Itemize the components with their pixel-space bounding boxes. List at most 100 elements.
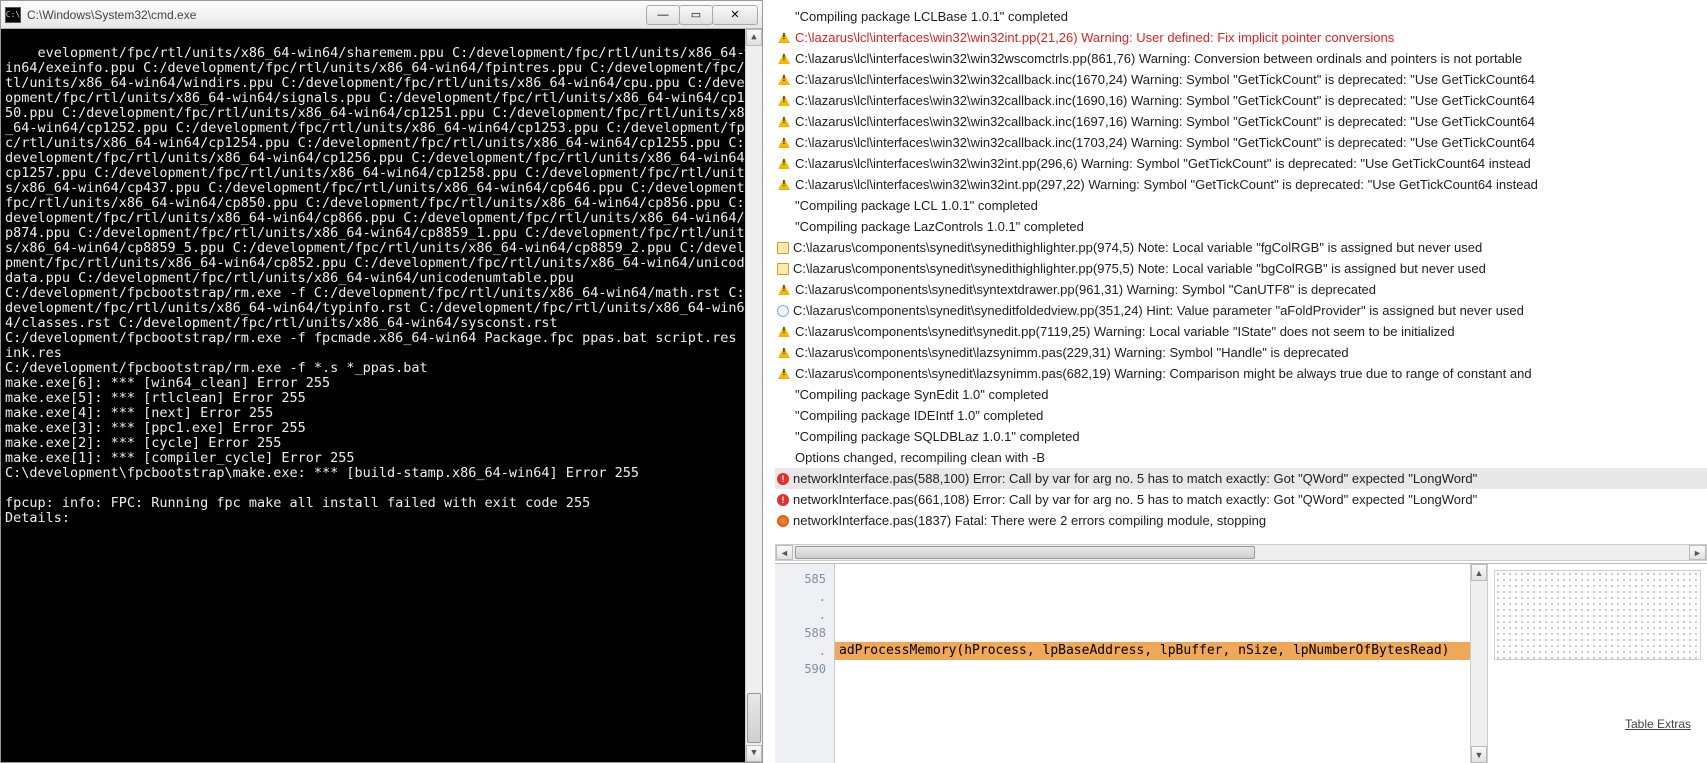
minimize-button[interactable]: — [646,5,680,25]
fatal-icon [777,515,789,527]
message-text: C:\lazarus\components\synedit\syneditfol… [793,303,1524,318]
message-text: C:\lazarus\components\synedit\lazsynimm.… [795,366,1532,381]
message-row[interactable]: C:\lazarus\lcl\interfaces\win32\win32int… [775,27,1707,48]
message-row[interactable]: "Compiling package LazControls 1.0.1" co… [775,216,1707,237]
messages-list[interactable]: "Compiling package LCLBase 1.0.1" comple… [775,0,1707,538]
message-row[interactable]: C:\lazarus\components\synedit\syneditfol… [775,300,1707,321]
line-number: . [775,642,826,660]
warn-icon [777,283,791,297]
warn-icon [777,367,791,381]
scroll-up-arrow-icon[interactable]: ▲ [746,29,762,46]
cmd-icon: C:\ [5,7,21,23]
scroll-left-arrow-icon[interactable]: ◄ [776,545,793,560]
editor-vertical-scrollbar[interactable]: ▲ ▼ [1470,564,1487,763]
message-row[interactable]: C:\lazarus\components\synedit\synedithig… [775,237,1707,258]
error-icon [777,473,789,485]
message-text: networkInterface.pas(1837) Fatal: There … [793,513,1266,528]
warn-icon [777,346,791,360]
message-text: "Compiling package IDEIntf 1.0" complete… [795,408,1043,423]
message-text: C:\lazarus\components\synedit\syntextdra… [795,282,1376,297]
message-row[interactable]: Options changed, recompiling clean with … [775,447,1707,468]
code-line[interactable] [835,678,1470,696]
message-row[interactable]: C:\lazarus\lcl\interfaces\win32\win32cal… [775,132,1707,153]
ide-pane: "Compiling package LCLBase 1.0.1" comple… [763,0,1707,763]
message-row[interactable]: "Compiling package SQLDBLaz 1.0.1" compl… [775,426,1707,447]
scroll-up-arrow-icon[interactable]: ▲ [1471,564,1487,581]
cmd-vertical-scrollbar[interactable]: ▲ ▼ [745,29,762,762]
message-row[interactable]: "Compiling package SynEdit 1.0" complete… [775,384,1707,405]
code-line[interactable] [835,606,1470,624]
table-extras-link[interactable]: Table Extras [1625,717,1691,731]
message-row[interactable]: C:\lazarus\components\synedit\synedithig… [775,258,1707,279]
code-editor[interactable]: 585..588.590 adProcessMemory(hProcess, l… [775,563,1707,763]
message-row[interactable]: C:\lazarus\lcl\interfaces\win32\win32cal… [775,69,1707,90]
warn-icon [777,52,791,66]
h-scroll-track[interactable] [793,545,1689,560]
message-row[interactable]: C:\lazarus\lcl\interfaces\win32\win32cal… [775,111,1707,132]
scroll-down-arrow-icon[interactable]: ▼ [746,745,762,762]
message-text: "Compiling package LCLBase 1.0.1" comple… [795,9,1068,24]
line-number: . [775,588,826,606]
message-row[interactable]: C:\lazarus\components\synedit\lazsynimm.… [775,342,1707,363]
message-row[interactable]: C:\lazarus\components\synedit\synedit.pp… [775,321,1707,342]
line-number: 590 [775,660,826,678]
component-palette-area[interactable] [1494,570,1701,660]
close-button[interactable]: ✕ [712,5,758,25]
message-text: C:\lazarus\components\synedit\synedit.pp… [795,324,1455,339]
message-text: C:\lazarus\lcl\interfaces\win32\win32cal… [795,114,1535,129]
message-row[interactable]: "Compiling package IDEIntf 1.0" complete… [775,405,1707,426]
blank-icon [777,430,791,444]
message-text: C:\lazarus\lcl\interfaces\win32\win32int… [795,177,1538,192]
message-text: C:\lazarus\components\synedit\lazsynimm.… [795,345,1349,360]
message-row[interactable]: networkInterface.pas(661,108) Error: Cal… [775,489,1707,510]
cmd-title: C:\Windows\System32\cmd.exe [27,8,647,22]
cmd-output-text: evelopment/fpc/rtl/units/x86_64-win64/sh… [5,45,753,526]
code-line[interactable] [835,660,1470,678]
code-line[interactable] [835,570,1470,588]
note-icon [777,242,789,254]
code-line[interactable] [835,624,1470,642]
blank-icon [777,199,791,213]
scroll-thumb[interactable] [747,693,761,743]
message-row[interactable]: "Compiling package LCLBase 1.0.1" comple… [775,6,1707,27]
message-row[interactable]: C:\lazarus\components\synedit\lazsynimm.… [775,363,1707,384]
warn-icon [777,325,791,339]
message-text: C:\lazarus\lcl\interfaces\win32\win32cal… [795,135,1535,150]
scroll-right-arrow-icon[interactable]: ► [1689,545,1706,560]
message-text: C:\lazarus\lcl\interfaces\win32\win32int… [795,30,1394,45]
message-text: "Compiling package LazControls 1.0.1" co… [795,219,1084,234]
warn-icon [777,73,791,87]
message-row[interactable]: C:\lazarus\lcl\interfaces\win32\win32wsc… [775,48,1707,69]
message-text: networkInterface.pas(588,100) Error: Cal… [793,471,1477,486]
message-text: C:\lazarus\lcl\interfaces\win32\win32wsc… [795,51,1522,66]
messages-horizontal-scrollbar[interactable]: ◄ ► [775,544,1707,561]
message-row[interactable]: C:\lazarus\lcl\interfaces\win32\win32cal… [775,90,1707,111]
line-number: 585 [775,570,826,588]
message-row[interactable]: C:\lazarus\lcl\interfaces\win32\win32int… [775,174,1707,195]
scroll-down-arrow-icon[interactable]: ▼ [1471,746,1487,763]
side-panel: Table Extras [1487,564,1707,763]
scroll-track[interactable] [1471,581,1487,746]
scroll-track[interactable] [746,46,762,745]
warn-icon [777,115,791,129]
code-area[interactable]: adProcessMemory(hProcess, lpBaseAddress,… [835,564,1470,763]
message-row[interactable]: networkInterface.pas(1837) Fatal: There … [775,510,1707,531]
h-scroll-thumb[interactable] [795,546,1255,559]
message-row[interactable]: networkInterface.pas(588,100) Error: Cal… [775,468,1707,489]
line-number: . [775,606,826,624]
code-line[interactable] [835,696,1470,714]
message-row[interactable]: "Compiling package LCL 1.0.1" completed [775,195,1707,216]
message-row[interactable]: C:\lazarus\lcl\interfaces\win32\win32int… [775,153,1707,174]
message-text: C:\lazarus\components\synedit\synedithig… [793,240,1482,255]
message-row[interactable]: C:\lazarus\components\synedit\syntextdra… [775,279,1707,300]
code-line[interactable] [835,588,1470,606]
code-line[interactable]: adProcessMemory(hProcess, lpBaseAddress,… [835,642,1470,660]
blank-icon [777,388,791,402]
maximize-button[interactable]: ▭ [679,5,713,25]
cmd-titlebar[interactable]: C:\ C:\Windows\System32\cmd.exe — ▭ ✕ [1,1,762,29]
warn-icon [777,31,791,45]
warn-icon [777,178,791,192]
blank-icon [777,451,791,465]
blank-icon [777,10,791,24]
cmd-output[interactable]: evelopment/fpc/rtl/units/x86_64-win64/sh… [1,29,762,762]
